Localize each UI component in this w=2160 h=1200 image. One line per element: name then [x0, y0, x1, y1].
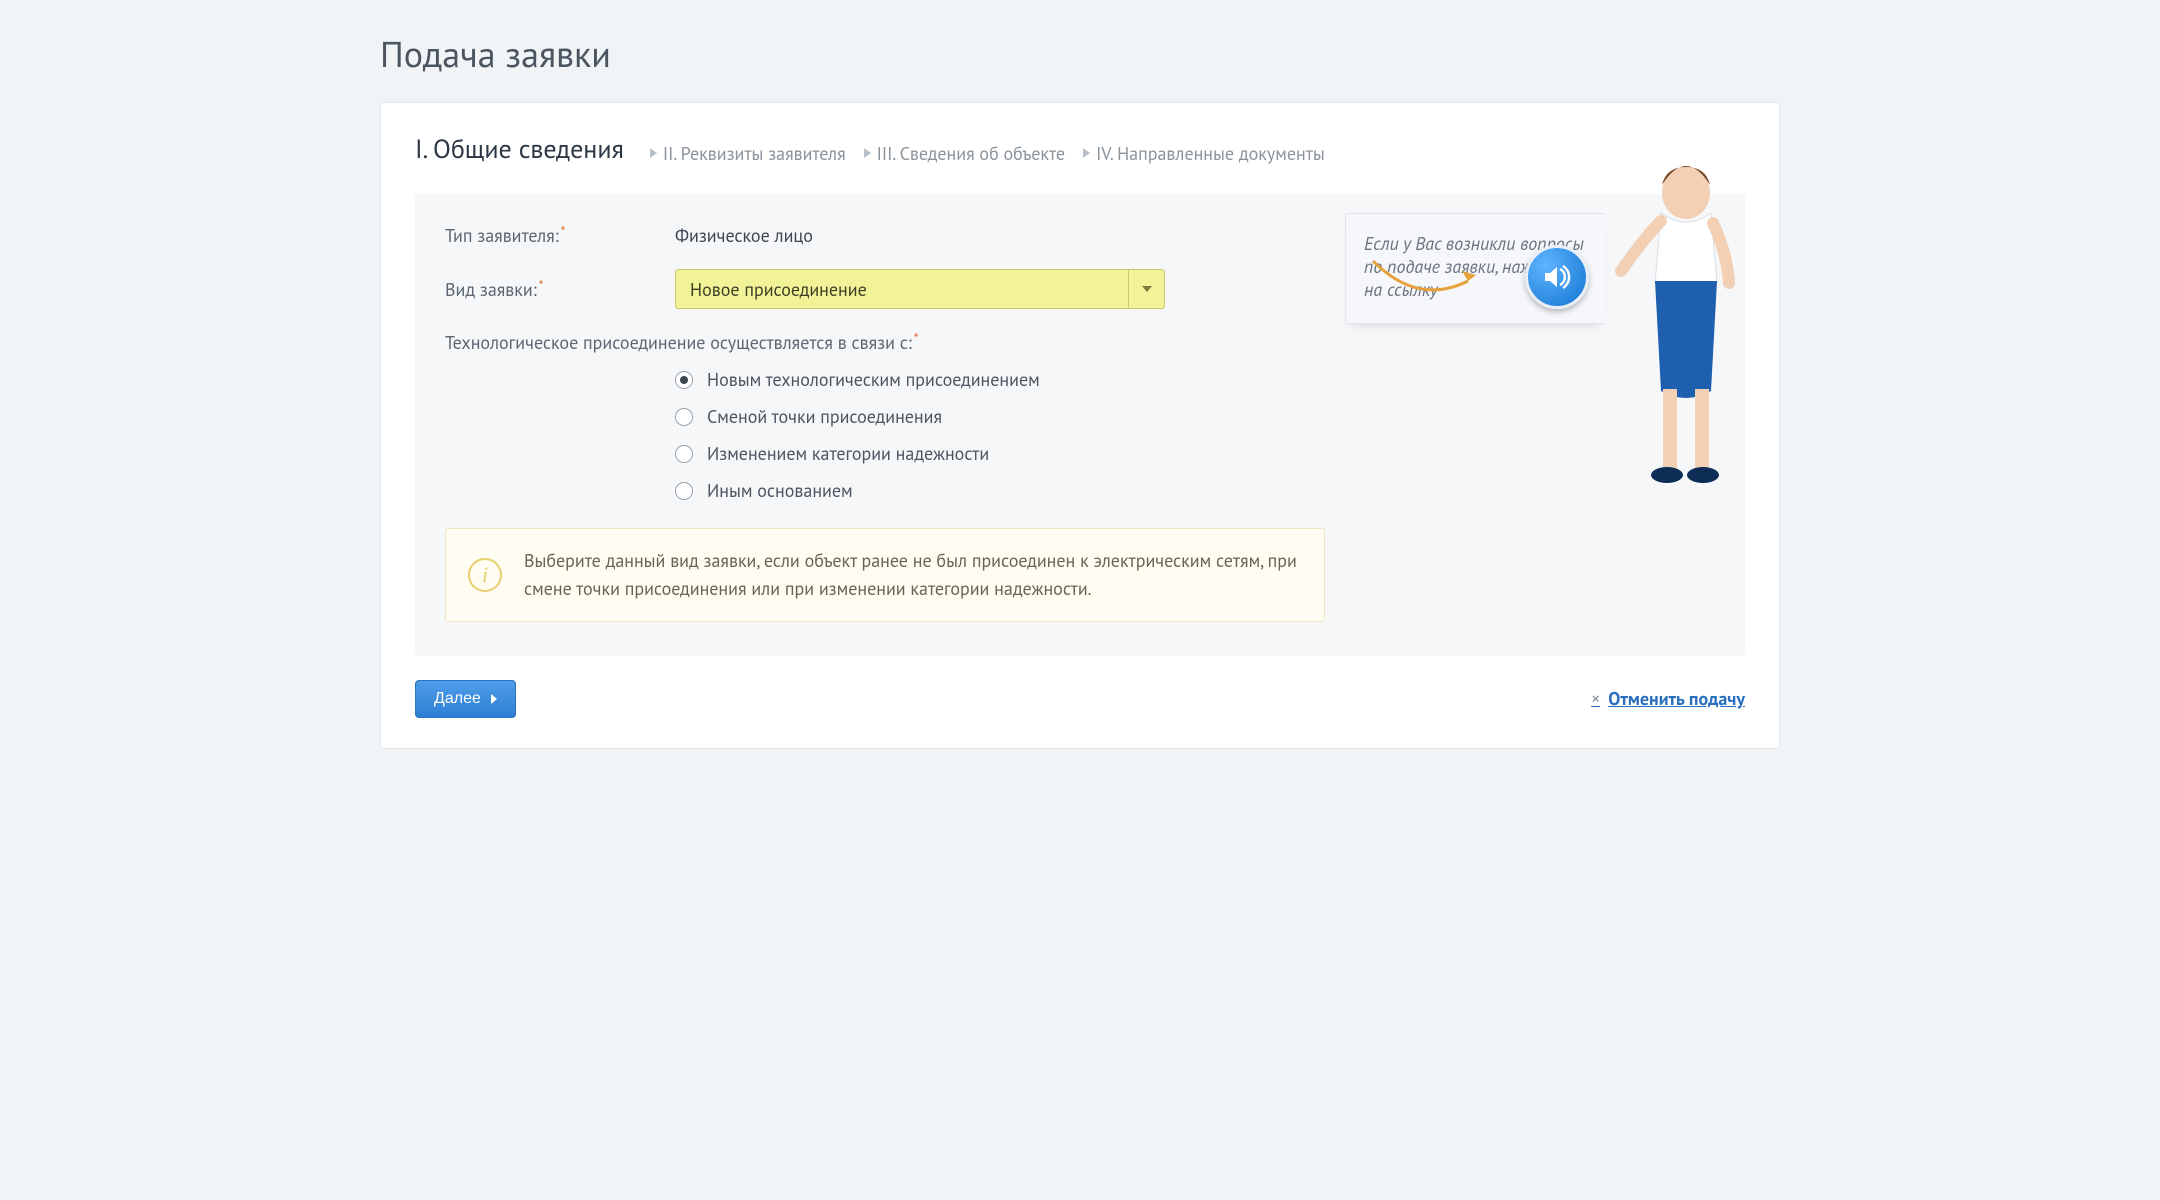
radio-option-2[interactable]: Изменением категории надежности: [675, 442, 1715, 465]
radio-label: Сменой точки присоединения: [707, 405, 942, 428]
request-type-label: Вид заявки:: [445, 278, 675, 301]
step-4[interactable]: IV. Направленные документы: [1083, 142, 1325, 165]
radio-option-1[interactable]: Сменой точки присоединения: [675, 405, 1715, 428]
arrow-icon: [1368, 251, 1488, 301]
info-icon: i: [468, 558, 502, 592]
step-current: I. Общие сведения: [415, 133, 624, 166]
applicant-type-label: Тип заявителя:: [445, 224, 675, 247]
select-toggle-button[interactable]: [1128, 270, 1164, 308]
chevron-right-icon: [864, 148, 871, 158]
applicant-type-value: Физическое лицо: [675, 224, 813, 247]
connection-reason-label: Технологическое присоединение осуществля…: [445, 331, 1715, 354]
radio-icon: [675, 482, 693, 500]
speaker-button[interactable]: [1525, 245, 1589, 309]
radio-icon: [675, 408, 693, 426]
chevron-right-icon: [491, 694, 497, 704]
chevron-down-icon: [1142, 286, 1152, 292]
radio-icon: [675, 371, 693, 389]
help-card: Если у Вас возникли вопросы по подаче за…: [1345, 213, 1605, 324]
connection-reason-group: Новым технологическим присоединением Сме…: [675, 368, 1715, 502]
step-label: IV. Направленные документы: [1096, 142, 1325, 165]
radio-label: Изменением категории надежности: [707, 442, 989, 465]
cancel-link[interactable]: × Отменить подачу: [1591, 687, 1745, 710]
form-card: I. Общие сведения II. Реквизиты заявител…: [380, 102, 1780, 749]
step-2[interactable]: II. Реквизиты заявителя: [650, 142, 846, 165]
step-label: III. Сведения об объекте: [877, 142, 1065, 165]
radio-option-3[interactable]: Иным основанием: [675, 479, 1715, 502]
page-title: Подача заявки: [380, 30, 1780, 77]
request-type-select[interactable]: Новое присоединение: [675, 269, 1165, 309]
step-3[interactable]: III. Сведения об объекте: [864, 142, 1065, 165]
next-button-label: Далее: [434, 690, 481, 708]
next-button[interactable]: Далее: [415, 680, 516, 718]
radio-label: Новым технологическим присоединением: [707, 368, 1040, 391]
step-breadcrumb: I. Общие сведения II. Реквизиты заявител…: [415, 133, 1745, 166]
radio-label: Иным основанием: [707, 479, 853, 502]
step-label: II. Реквизиты заявителя: [663, 142, 846, 165]
chevron-right-icon: [650, 148, 657, 158]
radio-option-0[interactable]: Новым технологическим присоединением: [675, 368, 1715, 391]
info-text: Выберите данный вид заявки, если объект …: [524, 549, 1297, 600]
request-type-selected: Новое присоединение: [676, 278, 1128, 301]
info-box: i Выберите данный вид заявки, если объек…: [445, 528, 1325, 622]
chevron-right-icon: [1083, 148, 1090, 158]
radio-icon: [675, 445, 693, 463]
close-icon: ×: [1591, 687, 1600, 710]
speaker-icon: [1540, 260, 1574, 294]
cancel-label: Отменить подачу: [1608, 687, 1745, 710]
